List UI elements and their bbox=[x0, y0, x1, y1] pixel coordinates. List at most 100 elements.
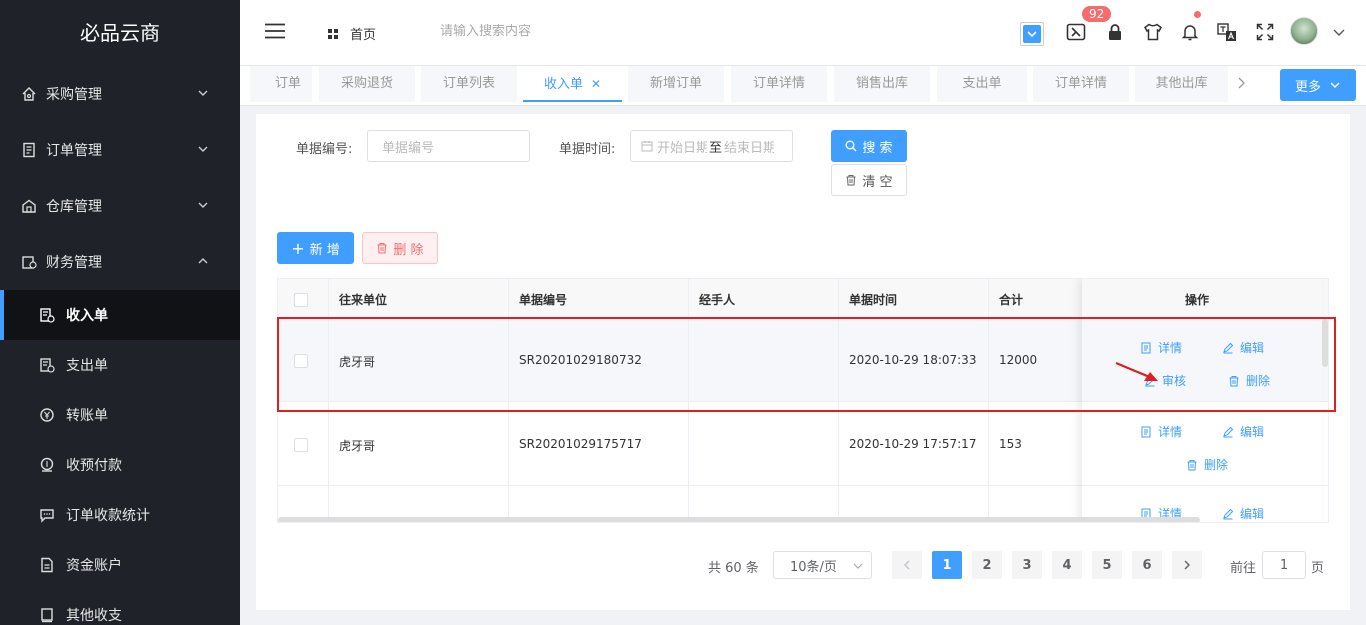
search-input[interactable] bbox=[440, 24, 640, 39]
chevron-down-icon[interactable] bbox=[1332, 25, 1346, 39]
page-button-5[interactable]: 5 bbox=[1092, 551, 1122, 579]
receipt-icon bbox=[38, 356, 56, 374]
start-date: 开始日期 bbox=[657, 140, 707, 156]
book-icon bbox=[38, 606, 56, 624]
bell-icon[interactable] bbox=[1180, 22, 1200, 42]
prev-page-button[interactable] bbox=[892, 551, 922, 579]
sidebar-item-other[interactable]: 其他收支 bbox=[0, 590, 240, 625]
tools-icon[interactable] bbox=[1066, 22, 1086, 42]
finance-icon bbox=[20, 253, 38, 271]
tabs-scroll-right-icon[interactable] bbox=[1234, 76, 1248, 90]
more-label: 更多 bbox=[1294, 79, 1321, 95]
code-input[interactable]: 单据编号 bbox=[367, 130, 530, 162]
sidebar-item-expense[interactable]: 支出单 bbox=[0, 340, 240, 390]
chevron-down-icon bbox=[198, 90, 208, 96]
sidebar-group-finance[interactable]: 财务管理 bbox=[0, 234, 240, 290]
cell-code: SR20201029175717 bbox=[519, 437, 642, 451]
close-icon[interactable]: ✕ bbox=[591, 77, 601, 91]
page-suffix: 页 bbox=[1311, 561, 1325, 576]
tab-other-outbound[interactable]: 其他出库 bbox=[1135, 66, 1228, 102]
edit-label: 编辑 bbox=[1240, 507, 1265, 521]
page-size-value: 10条/页 bbox=[790, 559, 837, 575]
chevron-down-icon bbox=[1330, 82, 1340, 89]
goto-label: 前往 bbox=[1230, 561, 1257, 576]
range-separator: 至 bbox=[709, 140, 723, 156]
yuan-circle-icon bbox=[38, 406, 56, 424]
sidebar-item-transfer[interactable]: 转账单 bbox=[0, 390, 240, 440]
page-button-4[interactable]: 4 bbox=[1052, 551, 1082, 579]
dropdown-toggle-icon[interactable] bbox=[1020, 22, 1044, 46]
select-all-checkbox[interactable] bbox=[294, 293, 308, 307]
detail-link[interactable]: 详情 bbox=[1140, 423, 1182, 440]
sidebar-item-fund-account[interactable]: 资金账户 bbox=[0, 540, 240, 590]
sidebar-item-label: 其他收支 bbox=[66, 608, 122, 624]
page-size-select[interactable]: 10条/页 bbox=[773, 551, 872, 579]
sidebar-group-orders[interactable]: 订单管理 bbox=[0, 122, 240, 178]
chevron-right-icon bbox=[1184, 560, 1190, 570]
clear-button[interactable]: 清 空 bbox=[831, 164, 907, 196]
add-button[interactable]: + 新 增 bbox=[277, 232, 354, 264]
sidebar-item-label: 支出单 bbox=[66, 358, 108, 374]
page-button-6[interactable]: 6 bbox=[1132, 551, 1162, 579]
chevron-down-icon bbox=[198, 202, 208, 208]
warehouse-icon bbox=[20, 197, 38, 215]
fullscreen-icon[interactable] bbox=[1255, 22, 1275, 42]
tab-order[interactable]: 订单 bbox=[250, 66, 312, 102]
shirt-icon[interactable] bbox=[1143, 22, 1163, 42]
delete-button[interactable]: 删 除 bbox=[362, 232, 438, 264]
delete-link[interactable]: 删除 bbox=[1186, 456, 1228, 473]
tabs-bar: 订单 采购退货 订单列表 收入单 ✕ 新增订单 订单详情 销售出库 支出单 订单详… bbox=[240, 66, 1366, 106]
row-checkbox[interactable] bbox=[294, 438, 308, 452]
annotation-arrow-icon bbox=[1115, 361, 1158, 381]
cell-unit: 虎牙哥 bbox=[339, 439, 376, 453]
tab-order-list[interactable]: 订单列表 bbox=[421, 66, 517, 102]
sidebar-group-warehouse[interactable]: 仓库管理 bbox=[0, 178, 240, 234]
column-header: 单据时间 bbox=[849, 293, 898, 307]
delete-label: 删 除 bbox=[393, 242, 424, 258]
home-link[interactable]: 首页 bbox=[328, 24, 376, 43]
search-button[interactable]: 搜 索 bbox=[831, 130, 907, 162]
tab-purchase-return[interactable]: 采购退货 bbox=[319, 66, 415, 102]
hamburger-icon[interactable] bbox=[265, 23, 285, 39]
tab-order-detail-2[interactable]: 订单详情 bbox=[1033, 66, 1129, 102]
sidebar-group-label: 订单管理 bbox=[46, 143, 102, 159]
tab-order-detail[interactable]: 订单详情 bbox=[731, 66, 827, 102]
sidebar-item-income[interactable]: 收入单 bbox=[0, 290, 240, 340]
sidebar-item-label: 收入单 bbox=[66, 308, 108, 324]
sidebar-group-label: 财务管理 bbox=[46, 255, 102, 271]
horizontal-scrollbar[interactable] bbox=[278, 517, 1200, 522]
tab-sales-outbound[interactable]: 销售出库 bbox=[834, 66, 930, 102]
highlight-annotation-box bbox=[277, 317, 1336, 412]
translate-icon[interactable] bbox=[1217, 22, 1237, 42]
edit-link[interactable]: 编辑 bbox=[1222, 423, 1264, 440]
lock-icon[interactable] bbox=[1105, 22, 1125, 42]
page-button-2[interactable]: 2 bbox=[972, 551, 1002, 579]
code-label: 单据编号: bbox=[296, 142, 353, 157]
goto-page-input[interactable]: 1 bbox=[1262, 551, 1306, 579]
sidebar-item-order-stats[interactable]: 订单收款统计 bbox=[0, 490, 240, 540]
next-page-button[interactable] bbox=[1172, 551, 1202, 579]
search-icon bbox=[845, 140, 857, 152]
more-tabs-button[interactable]: 更多 bbox=[1280, 69, 1356, 101]
sidebar-group-purchase[interactable]: 采购管理 bbox=[0, 66, 240, 122]
tab-new-order[interactable]: 新增订单 bbox=[628, 66, 724, 102]
grid-icon bbox=[328, 28, 338, 39]
home-icon bbox=[20, 85, 38, 103]
edit-link[interactable]: 编辑 bbox=[1222, 505, 1264, 522]
plus-icon: + bbox=[291, 238, 305, 258]
date-range-input[interactable]: 开始日期 至 结束日期 bbox=[630, 130, 793, 162]
clear-label: 清 空 bbox=[862, 174, 893, 190]
tab-expense[interactable]: 支出单 bbox=[937, 66, 1027, 102]
page-button-3[interactable]: 3 bbox=[1012, 551, 1042, 579]
sidebar: 必品云商 采购管理 订单管理 仓库管理 财务管理 收入单 支出单 转账单 收预付… bbox=[0, 0, 240, 625]
column-header: 操作 bbox=[1185, 293, 1210, 307]
column-header: 经手人 bbox=[699, 293, 736, 307]
sidebar-item-label: 资金账户 bbox=[66, 558, 122, 574]
chevron-down-icon bbox=[198, 146, 208, 152]
operations-cell: 详情 编辑 删除 bbox=[1082, 403, 1322, 486]
tab-income[interactable]: 收入单 ✕ bbox=[523, 66, 622, 102]
user-avatar[interactable] bbox=[1290, 17, 1318, 45]
sidebar-item-prepayment[interactable]: 收预付款 bbox=[0, 440, 240, 490]
money-icon bbox=[38, 456, 56, 474]
page-button-1[interactable]: 1 bbox=[932, 551, 962, 579]
